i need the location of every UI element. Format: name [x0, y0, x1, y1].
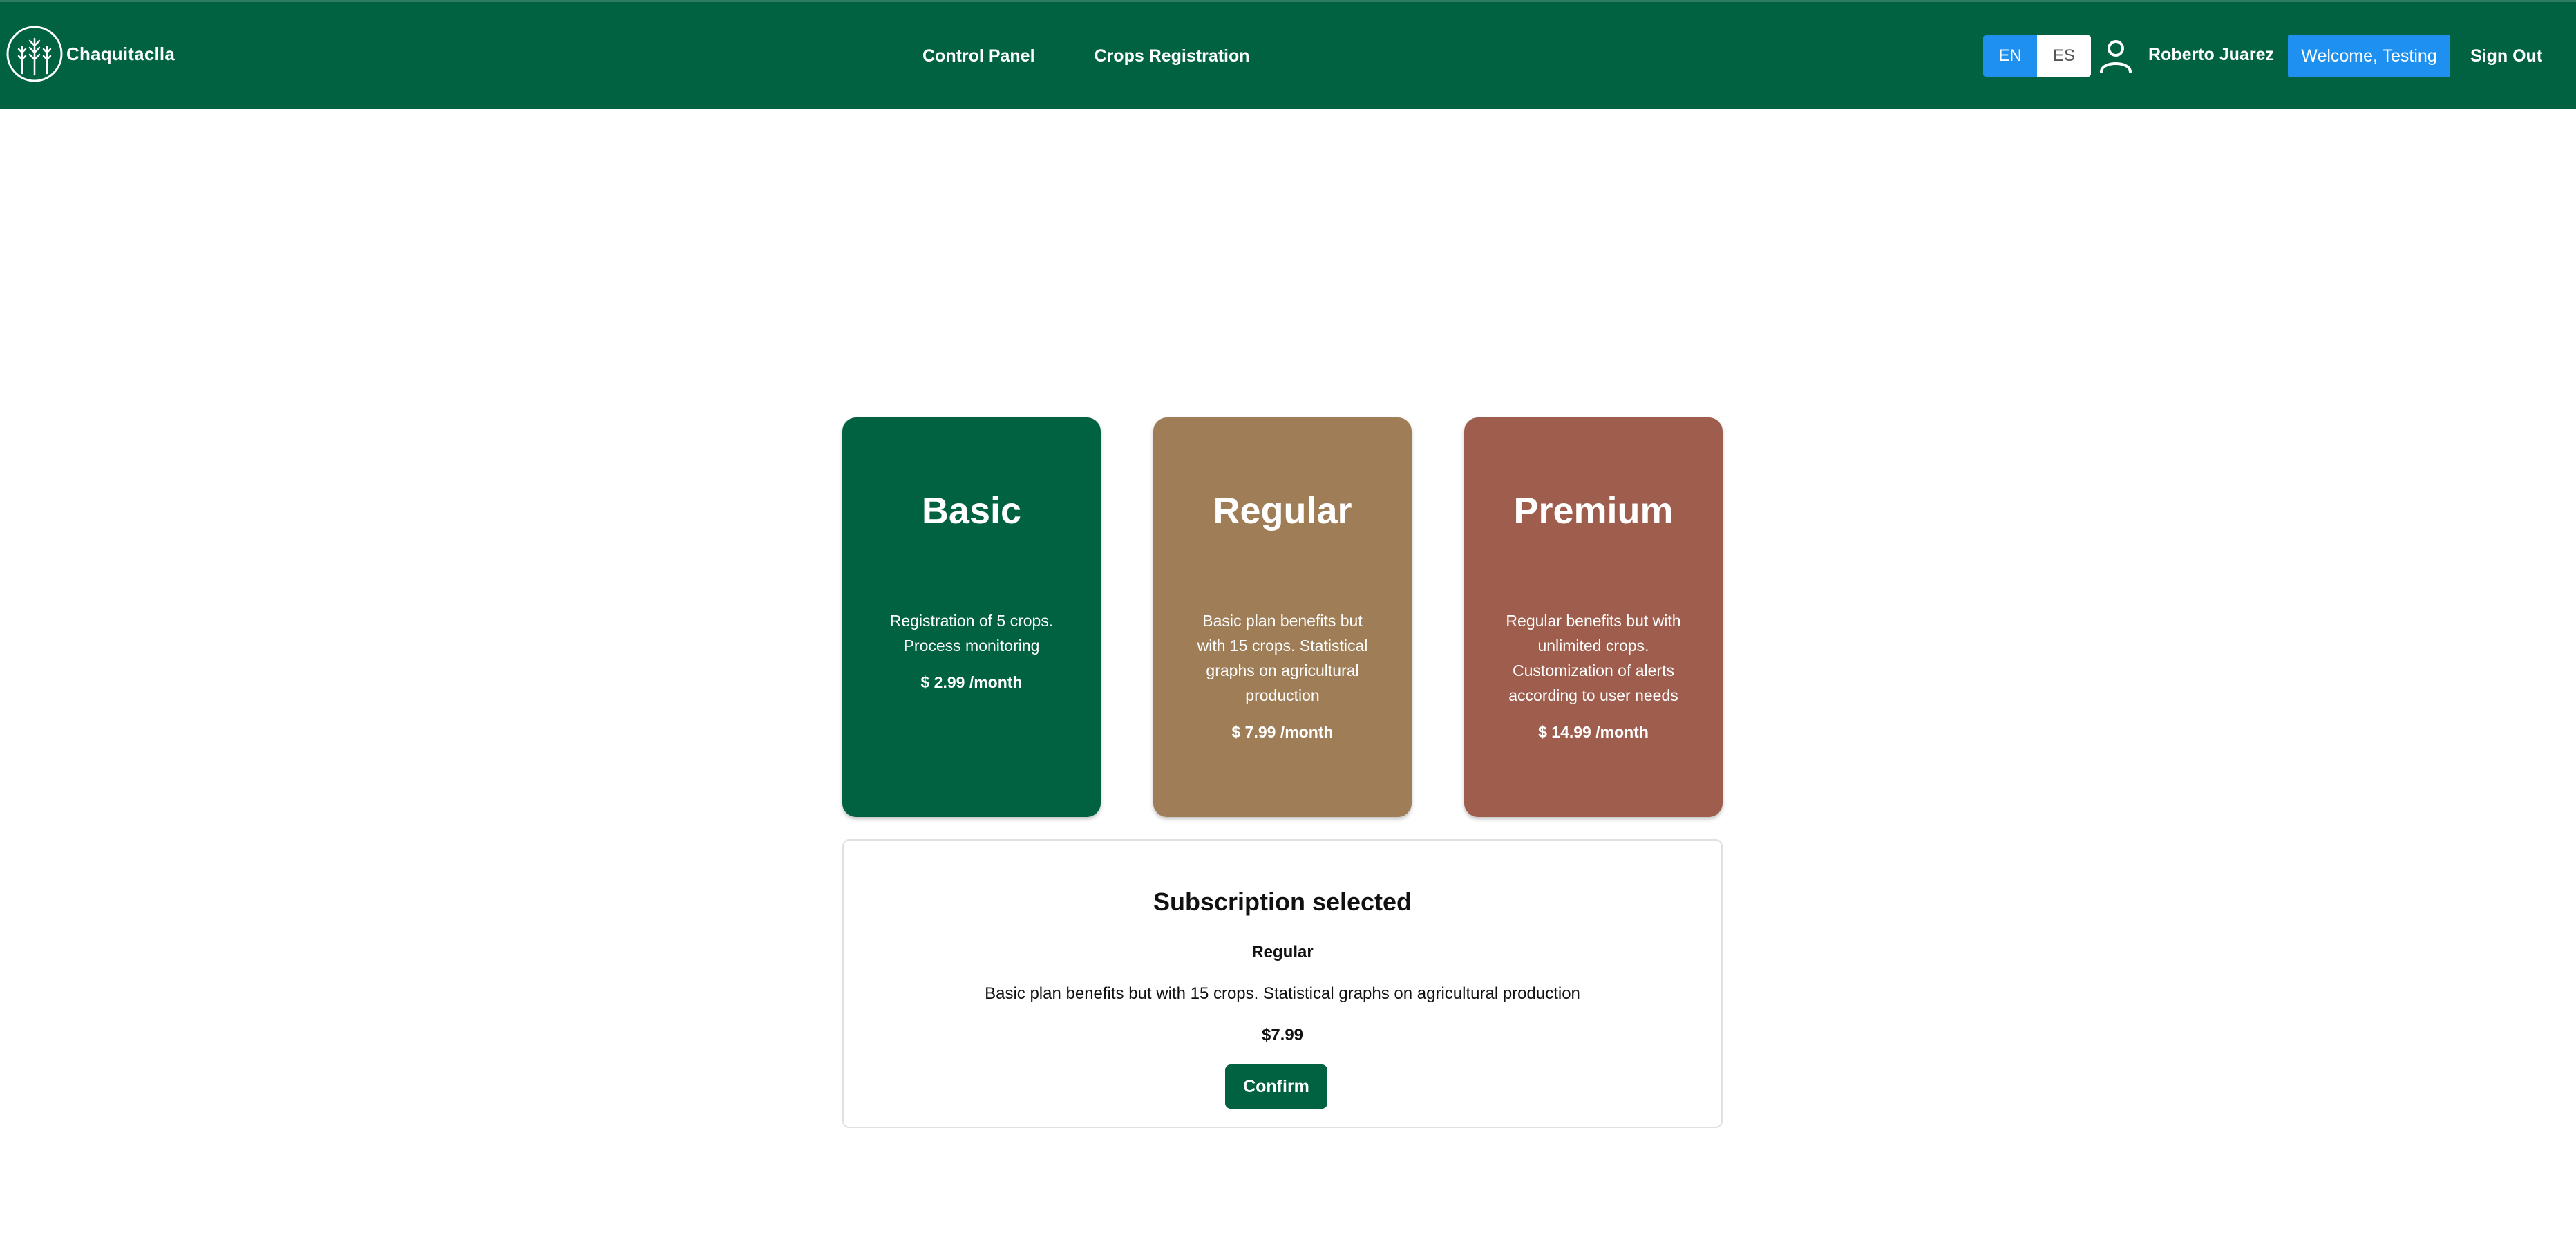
summary-price: $7.99 [1261, 1026, 1304, 1044]
language-switcher: EN ES [1983, 35, 2091, 77]
sign-out-button[interactable]: Sign Out [2470, 46, 2542, 66]
brand-name: Chaquitaclla [66, 43, 175, 64]
plan-card-regular[interactable]: Regular Basic plan benefits but with 15 … [1153, 417, 1412, 817]
nav-crops-registration[interactable]: Crops Registration [1095, 46, 1250, 66]
plan-card-premium[interactable]: Premium Regular benefits but with unlimi… [1464, 417, 1723, 817]
plan-title: Basic [921, 490, 1022, 532]
brand[interactable]: Chaquitaclla [6, 23, 175, 85]
plan-price: $ 14.99 /month [1538, 723, 1649, 741]
plan-description: Basic plan benefits but with 15 crops. S… [1197, 612, 1368, 704]
main-nav: Control Panel Crops Registration [922, 2, 1250, 111]
confirm-button[interactable]: Confirm [1225, 1064, 1327, 1109]
plan-description: Regular benefits but with unlimited crop… [1506, 612, 1681, 704]
summary-description: Basic plan benefits but with 15 crops. S… [985, 984, 1580, 1003]
wheat-logo-icon [6, 26, 63, 82]
plan-description: Registration of 5 crops. Process monitor… [889, 612, 1054, 655]
user-name: Roberto Juarez [2148, 45, 2274, 64]
summary-heading: Subscription selected [1153, 888, 1412, 916]
summary-plan-name: Regular [1251, 943, 1314, 961]
plan-price: $ 2.99 /month [920, 673, 1023, 691]
top-navbar: Chaquitaclla Control Panel Crops Registr… [0, 0, 2576, 109]
language-en-button[interactable]: EN [1983, 35, 2037, 77]
plan-card-basic[interactable]: Basic Registration of 5 crops. Process m… [842, 417, 1101, 817]
welcome-button[interactable]: Welcome, Testing [2288, 35, 2450, 77]
language-es-button[interactable]: ES [2037, 35, 2091, 77]
plan-title: Regular [1213, 490, 1352, 532]
plan-title: Premium [1513, 490, 1674, 532]
user-icon[interactable] [2098, 38, 2134, 74]
nav-control-panel[interactable]: Control Panel [922, 46, 1035, 66]
plan-price: $ 7.99 /month [1231, 723, 1334, 741]
subscription-summary: Subscription selected Regular Basic plan… [842, 839, 1723, 1128]
